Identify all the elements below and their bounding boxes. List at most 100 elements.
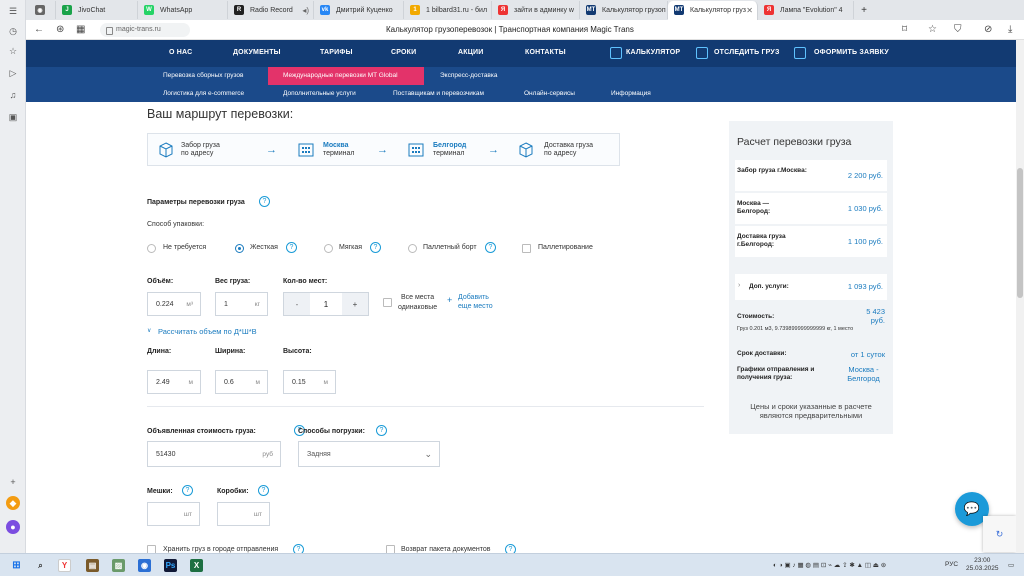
subnav-extra-services[interactable]: Дополнительные услуги bbox=[283, 90, 356, 97]
bookmark-icon[interactable]: ☆ bbox=[6, 44, 20, 58]
nav-calculator[interactable]: КАЛЬКУЛЯТОР bbox=[626, 49, 680, 56]
weight-input[interactable]: 1 кг bbox=[215, 292, 268, 316]
nav-order[interactable]: ОФОРМИТЬ ЗАЯВКУ bbox=[814, 49, 889, 56]
yandex-browser-icon[interactable]: Y bbox=[58, 559, 71, 572]
height-input[interactable]: 0.15 м bbox=[283, 370, 336, 394]
tab-bilbard[interactable]: 11 bilbard31.ru - бил bbox=[404, 1, 492, 19]
help-icon[interactable]: ? bbox=[182, 485, 193, 496]
bags-input[interactable]: шт bbox=[147, 502, 200, 526]
tab-globe[interactable]: ◉ bbox=[26, 1, 56, 19]
nav-documents[interactable]: ДОКУМЕНТЫ bbox=[233, 49, 281, 56]
help-icon[interactable]: ? bbox=[258, 485, 269, 496]
nav-tariffs[interactable]: ТАРИФЫ bbox=[320, 49, 353, 56]
subnav-express[interactable]: Экспресс-доставка bbox=[440, 72, 497, 79]
store-cargo-checkbox[interactable] bbox=[147, 545, 156, 553]
shield-icon[interactable]: ⛉ bbox=[954, 24, 962, 35]
chevron-down-icon[interactable]: ∨ bbox=[147, 327, 151, 334]
places-minus-button[interactable]: - bbox=[284, 293, 310, 315]
declared-value-input[interactable]: 51430 руб bbox=[147, 441, 281, 467]
app-icon[interactable]: ◉ bbox=[138, 559, 151, 572]
tab-calculator[interactable]: MT Калькулятор грузоп bbox=[580, 1, 668, 19]
alice-icon[interactable]: ● bbox=[6, 520, 20, 534]
photoshop-icon[interactable]: Ps bbox=[164, 559, 177, 572]
packing-radio-hard[interactable] bbox=[235, 244, 244, 253]
speaker-icon[interactable]: ◂) bbox=[302, 6, 309, 15]
download-icon[interactable]: ⤓ bbox=[1008, 24, 1012, 35]
add-icon[interactable]: + bbox=[447, 295, 452, 305]
tabs-icon[interactable]: ▣ bbox=[6, 110, 20, 124]
subnav-suppliers[interactable]: Поставщикам и перевозчикам bbox=[393, 90, 484, 97]
summary-title: Расчет перевозки груза bbox=[737, 136, 852, 148]
tab-calculator-active[interactable]: MT Калькулятор груз ✕ bbox=[668, 1, 758, 20]
app-icon[interactable]: ▨ bbox=[112, 559, 125, 572]
boxes-input[interactable]: шт bbox=[217, 502, 270, 526]
music-icon[interactable]: ♫ bbox=[6, 88, 20, 102]
nav-terms[interactable]: СРОКИ bbox=[391, 49, 416, 56]
nav-contacts[interactable]: КОНТАКТЫ bbox=[525, 49, 566, 56]
bookmarks-icon[interactable]: ▦ bbox=[76, 24, 85, 35]
help-icon[interactable]: ? bbox=[259, 196, 270, 207]
recaptcha-badge[interactable]: ↻ bbox=[983, 516, 1016, 552]
tab-lamp[interactable]: Я Лампа "Evolution" 4 bbox=[758, 1, 854, 19]
star-icon[interactable]: ☆ bbox=[928, 24, 937, 35]
return-docs-checkbox[interactable] bbox=[386, 545, 395, 553]
packing-radio-soft[interactable] bbox=[324, 244, 333, 253]
history-icon[interactable]: ◷ bbox=[6, 24, 20, 38]
search-icon[interactable]: ⌕ bbox=[34, 559, 47, 572]
places-stepper[interactable]: - 1 + bbox=[283, 292, 369, 316]
packing-radio-pallet-board[interactable] bbox=[408, 244, 417, 253]
help-icon[interactable]: ? bbox=[376, 425, 387, 436]
subnav-online[interactable]: Онлайн-сервисы bbox=[524, 90, 575, 97]
windows-start-icon[interactable]: ⊞ bbox=[10, 559, 23, 572]
nav-track[interactable]: ОТСЛЕДИТЬ ГРУЗ bbox=[714, 49, 780, 56]
app-icon[interactable]: ◆ bbox=[6, 496, 20, 510]
url-field[interactable]: magic-trans.ru bbox=[100, 23, 190, 37]
calculator-content: Ваш маршрут перевозки: Забор груза по адр… bbox=[26, 102, 1016, 553]
tab-whatsapp[interactable]: W WhatsApp bbox=[138, 1, 228, 19]
menu-icon[interactable]: ☰ bbox=[6, 4, 20, 18]
tab-search[interactable]: Язайти в админку w bbox=[492, 1, 580, 19]
nav-about[interactable]: О НАС bbox=[169, 49, 192, 56]
bookmark-icon[interactable]: ⌑ bbox=[902, 24, 907, 35]
browser-sidebar: ☰ ◷ ☆ ▷ ♫ ▣ + ◆ ● bbox=[0, 0, 26, 553]
length-input[interactable]: 2.49 м bbox=[147, 370, 201, 394]
packing-checkbox-palletizing[interactable] bbox=[522, 244, 531, 253]
calc-volume-link[interactable]: Рассчитать объем по Д*Ш*В bbox=[158, 327, 257, 336]
volume-input[interactable]: 0.224 м³ bbox=[147, 292, 201, 316]
video-icon[interactable]: ▷ bbox=[6, 66, 20, 80]
help-icon[interactable]: ? bbox=[286, 242, 297, 253]
clock[interactable]: 23:00 25.03.2025 bbox=[966, 557, 999, 573]
tab-radio-record[interactable]: R Radio Record ◂) bbox=[228, 1, 314, 19]
site-info-icon[interactable]: ⊛ bbox=[56, 24, 64, 35]
subnav-info[interactable]: Информация bbox=[611, 90, 651, 97]
add-place-link[interactable]: Добавить еще место bbox=[458, 293, 493, 311]
add-icon[interactable]: + bbox=[6, 475, 20, 489]
excel-icon[interactable]: X bbox=[190, 559, 203, 572]
notification-icon[interactable]: ▭ bbox=[1008, 561, 1014, 569]
app-icon[interactable]: ▤ bbox=[86, 559, 99, 572]
help-icon[interactable]: ? bbox=[485, 242, 496, 253]
all-same-checkbox[interactable] bbox=[383, 298, 392, 307]
language-indicator[interactable]: РУС bbox=[945, 561, 958, 568]
summary-row-extra[interactable]: › Доп. услуги: 1 093 руб. bbox=[735, 274, 887, 300]
width-input[interactable]: 0.6 м bbox=[215, 370, 268, 394]
loading-select[interactable]: Задняя ⌄ bbox=[298, 441, 440, 467]
tab-vk[interactable]: vk Дмитрий Куценко bbox=[314, 1, 404, 19]
tab-jivochat[interactable]: J JivoChat bbox=[56, 1, 138, 19]
nav-promos[interactable]: АКЦИИ bbox=[458, 49, 484, 56]
back-icon[interactable]: ← bbox=[34, 24, 44, 35]
subnav-international[interactable]: Международные перевозки MT Global bbox=[283, 72, 398, 79]
page-scrollbar[interactable] bbox=[1016, 40, 1024, 553]
subnav-ecommerce[interactable]: Логистика для e-commerce bbox=[163, 90, 244, 97]
help-icon[interactable]: ? bbox=[505, 544, 516, 553]
packing-radio-none[interactable] bbox=[147, 244, 156, 253]
schedule-link[interactable]: Москва - Белгород bbox=[841, 365, 886, 383]
places-plus-button[interactable]: + bbox=[342, 293, 368, 315]
scrollbar-thumb[interactable] bbox=[1017, 168, 1023, 298]
help-icon[interactable]: ? bbox=[293, 544, 304, 553]
new-tab-icon[interactable]: + bbox=[854, 1, 874, 19]
help-icon[interactable]: ? bbox=[370, 242, 381, 253]
subnav-consolidated[interactable]: Перевозка сборных грузов bbox=[163, 72, 244, 79]
vpn-icon[interactable]: ⊘ bbox=[984, 24, 992, 35]
close-tab-icon[interactable]: ✕ bbox=[746, 6, 753, 15]
